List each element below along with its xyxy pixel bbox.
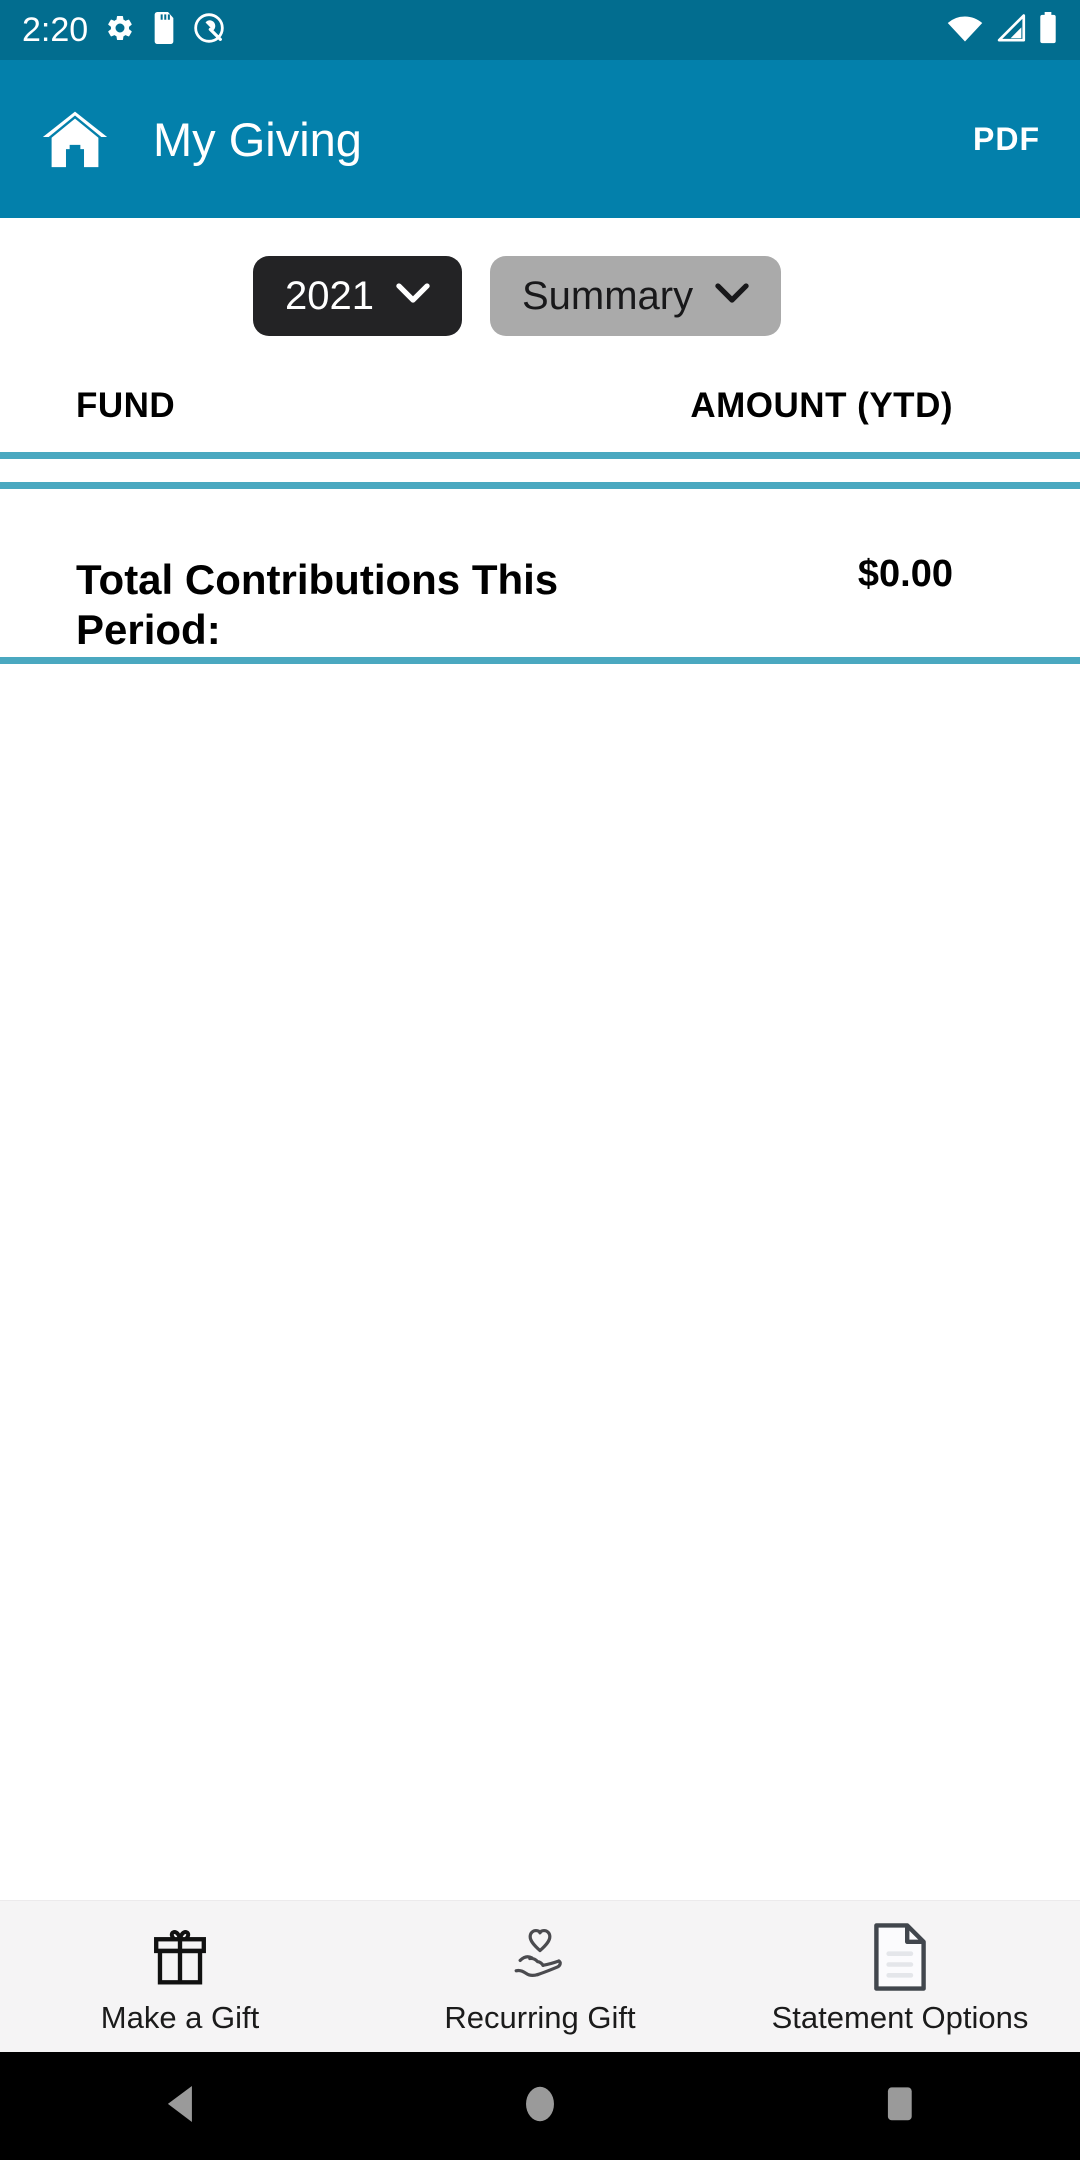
home-circle-icon — [523, 2083, 557, 2130]
total-contributions-amount: $0.00 — [857, 553, 953, 595]
cell-signal-icon — [994, 13, 1028, 48]
battery-icon — [1038, 11, 1058, 49]
android-navigation-bar — [0, 2052, 1080, 2160]
recurring-gift-label: Recurring Gift — [444, 2000, 636, 2035]
total-contributions-label: Total Contributions This Period: — [76, 556, 559, 653]
total-contributions-row: Total Contributions This Period: $0.00 — [0, 489, 1080, 657]
gift-box-icon — [146, 1920, 214, 1994]
app-bar: My Giving PDF — [0, 60, 1080, 218]
make-a-gift-button[interactable]: Make a Gift — [0, 1920, 360, 2033]
android-q-icon — [193, 12, 225, 49]
recents-button[interactable] — [810, 2052, 990, 2160]
column-header-amount: AMOUNT (YTD) — [690, 386, 953, 425]
table-divider-top — [0, 452, 1080, 459]
app-screen: 2:20 My Giving PDF 2021 Summary FUND AMO… — [0, 0, 1080, 2160]
sd-card-icon — [152, 11, 176, 49]
bottom-action-bar: Make a Gift Recurring Gift Statement Opt… — [0, 1900, 1080, 2052]
recents-square-icon — [883, 2083, 917, 2130]
wifi-icon — [946, 13, 984, 48]
pdf-button[interactable]: PDF — [969, 109, 1044, 170]
document-icon — [869, 1920, 931, 1994]
back-triangle-icon — [161, 2082, 199, 2131]
table-divider-middle — [0, 482, 1080, 489]
view-dropdown[interactable]: Summary — [489, 256, 782, 336]
view-dropdown-label: Summary — [521, 274, 694, 318]
table-empty-body — [0, 459, 1080, 482]
android-status-bar: 2:20 — [0, 0, 1080, 60]
chevron-down-icon — [715, 283, 749, 309]
year-dropdown-label: 2021 — [285, 274, 374, 318]
hand-heart-icon — [504, 1920, 576, 1994]
filter-row: 2021 Summary — [0, 218, 1080, 336]
status-bar-left-group: 2:20 — [22, 11, 225, 49]
status-bar-right-group — [946, 11, 1058, 49]
year-dropdown[interactable]: 2021 — [253, 256, 462, 336]
column-header-fund: FUND — [76, 386, 176, 425]
status-bar-clock: 2:20 — [22, 11, 89, 49]
table-divider-bottom — [0, 657, 1080, 664]
chevron-down-icon — [396, 283, 430, 309]
table-header-row: FUND AMOUNT (YTD) — [0, 336, 1080, 452]
page-title: My Giving — [153, 112, 362, 166]
make-a-gift-label: Make a Gift — [100, 2000, 260, 2035]
empty-content-area — [0, 664, 1080, 1900]
back-button[interactable] — [90, 2052, 270, 2160]
home-icon[interactable] — [40, 104, 110, 174]
recurring-gift-button[interactable]: Recurring Gift — [360, 1920, 720, 2033]
gear-icon — [105, 13, 135, 48]
statement-options-label: Statement Options — [771, 2000, 1029, 2035]
statement-options-button[interactable]: Statement Options — [720, 1920, 1080, 2033]
home-button[interactable] — [450, 2052, 630, 2160]
